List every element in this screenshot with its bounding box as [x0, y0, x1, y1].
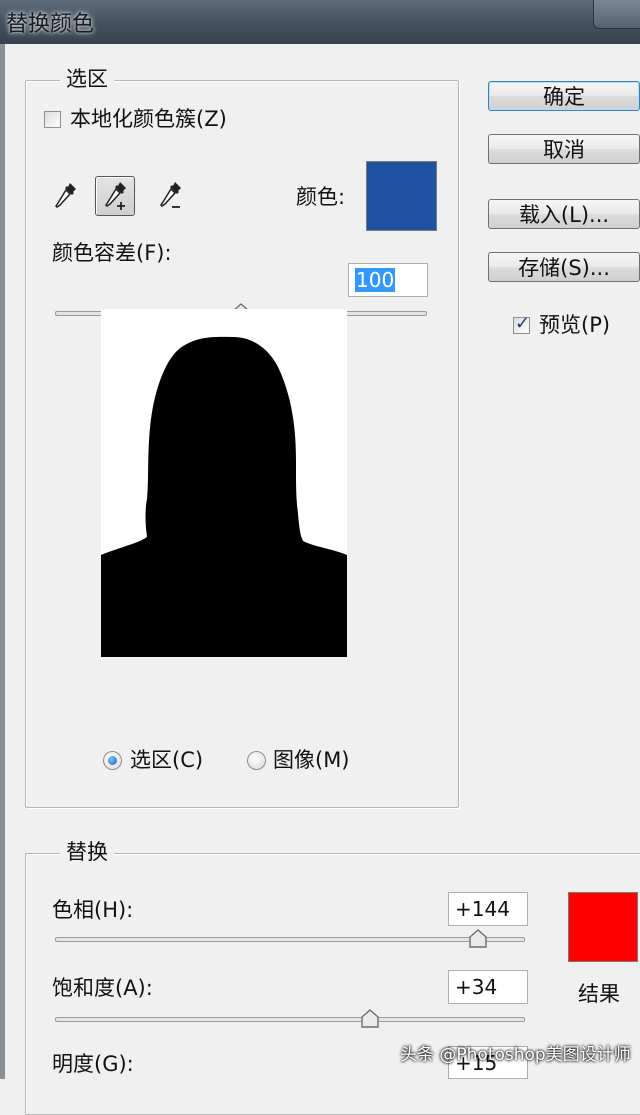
saturation-label: 饱和度(A): — [52, 976, 153, 1000]
hue-input[interactable]: +144 — [448, 892, 528, 926]
eyedropper-plus-icon — [105, 182, 126, 210]
result-color-swatch[interactable] — [568, 892, 638, 962]
eyedropper-minus-icon — [160, 182, 181, 208]
replace-legend: 替换 — [60, 839, 114, 865]
saturation-slider-track[interactable] — [55, 1017, 525, 1022]
watermark-text: 头条 @Photoshop美图设计师 — [400, 1045, 631, 1065]
image-radio-label: 图像(M) — [273, 748, 350, 772]
title-bar: 替换颜色 — [0, 0, 640, 44]
silhouette-mask-image — [101, 309, 347, 657]
color-label: 颜色: — [296, 185, 346, 209]
ok-button[interactable]: 确定 — [488, 81, 640, 111]
close-button[interactable] — [593, 0, 640, 29]
eyedropper-tool[interactable] — [46, 176, 86, 216]
fuzziness-label: 颜色容差(F): — [52, 241, 172, 265]
selection-preview-image — [101, 309, 347, 657]
save-button[interactable]: 存储(S)... — [488, 252, 640, 282]
image-radio[interactable] — [247, 751, 266, 770]
result-label: 结果 — [578, 982, 620, 1006]
selection-radio-label: 选区(C) — [130, 748, 204, 772]
selection-radio[interactable] — [103, 751, 122, 770]
eyedropper-plus-tool[interactable] — [95, 176, 135, 216]
localized-color-checkbox[interactable] — [44, 111, 61, 128]
eyedropper-icon — [55, 183, 76, 208]
cancel-button[interactable]: 取消 — [488, 134, 640, 164]
window-frame — [0, 44, 5, 1079]
hue-slider-thumb[interactable] — [468, 929, 488, 949]
selection-color-swatch[interactable] — [366, 161, 437, 231]
localized-color-label: 本地化颜色簇(Z) — [70, 107, 227, 131]
saturation-input[interactable]: +34 — [448, 970, 528, 1004]
saturation-value: +34 — [455, 975, 498, 999]
preview-label: 预览(P) — [539, 313, 611, 337]
lightness-label: 明度(G): — [52, 1052, 134, 1076]
window-title: 替换颜色 — [6, 12, 95, 37]
fuzziness-value: 100 — [355, 268, 396, 292]
saturation-slider-thumb[interactable] — [360, 1009, 380, 1029]
hue-value: +144 — [455, 897, 510, 921]
hue-slider-track[interactable] — [55, 937, 525, 942]
hue-label: 色相(H): — [52, 898, 134, 922]
load-button[interactable]: 载入(L)... — [488, 199, 640, 229]
selection-legend: 选区 — [60, 66, 114, 92]
selection-radio-dot — [108, 756, 117, 765]
checkmark-icon: ✓ — [515, 313, 531, 334]
preview-checkbox[interactable]: ✓ — [513, 313, 530, 334]
eyedropper-minus-tool[interactable] — [150, 176, 190, 216]
fuzziness-input[interactable]: 100 — [348, 263, 428, 297]
